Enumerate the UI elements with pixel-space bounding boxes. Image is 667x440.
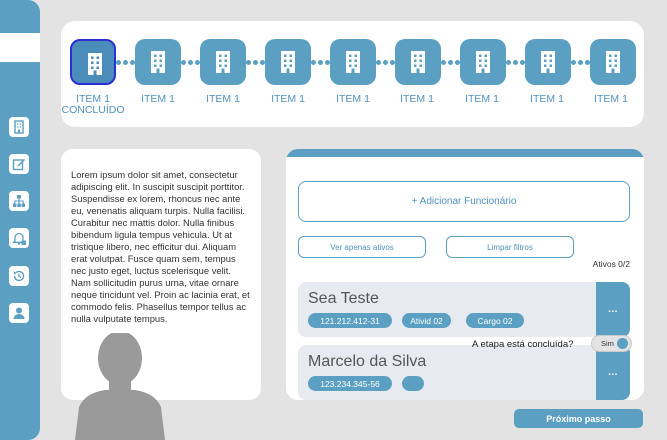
step-9-button[interactable] — [590, 39, 636, 85]
completion-toggle[interactable]: Sim — [591, 335, 632, 352]
building-icon — [606, 51, 620, 73]
employee-name: Sea Teste — [308, 290, 379, 307]
step-connector — [246, 60, 265, 65]
building-icon — [151, 51, 165, 73]
step-connector — [506, 60, 525, 65]
step-connector — [181, 60, 200, 65]
employee-cpf-tag: 123.234.345-56 — [308, 376, 392, 391]
building-icon — [476, 51, 490, 73]
employee-empty-tag — [402, 376, 424, 391]
step-3-button[interactable] — [200, 39, 246, 85]
step-2-button[interactable] — [135, 39, 181, 85]
step-connector — [571, 60, 590, 65]
show-active-only-button[interactable]: Ver apenas ativos — [298, 236, 426, 258]
employee-role-tag: Cargo 02 — [466, 313, 524, 328]
employee-cpf-tag: 121.212.412-31 — [308, 313, 392, 328]
toggle-knob — [617, 338, 628, 349]
info-text: Lorem ipsum dolor sit amet, consectetur … — [71, 169, 250, 324]
step-5-button[interactable] — [330, 39, 376, 85]
step-9-label: ITEM 1 — [594, 93, 628, 105]
stepper-card: ITEM 1 CONCLUÍDO ITEM 1 ITEM 1 ITEM 1 IT… — [61, 21, 644, 127]
edit-icon[interactable] — [9, 154, 29, 174]
completion-question: A etapa está concluída? — [472, 339, 574, 350]
step-8-button[interactable] — [525, 39, 571, 85]
org-chart-icon[interactable] — [9, 191, 29, 211]
next-step-button[interactable]: Próximo passo — [514, 409, 643, 428]
step-connector — [376, 60, 395, 65]
employees-card: + Adicionar Funcionário Ver apenas ativo… — [286, 149, 644, 400]
person-silhouette-icon — [75, 333, 165, 440]
employee-menu-button[interactable]: ... — [596, 282, 630, 337]
active-count: Ativos 0/2 — [592, 259, 630, 269]
history-icon[interactable] — [9, 266, 29, 286]
building-icon[interactable] — [9, 117, 29, 137]
employee-activity-tag: Ativid 02 — [402, 313, 451, 328]
building-icon — [346, 51, 360, 73]
toggle-label: Sim — [601, 339, 614, 348]
sidebar — [0, 0, 40, 440]
step-connector — [311, 60, 330, 65]
employee-row[interactable]: Marcelo da Silva 123.234.345-56 ... — [298, 345, 630, 400]
step-status-text: CONCLUÍDO — [61, 104, 125, 116]
clear-filters-button[interactable]: Limpar filtros — [446, 236, 574, 258]
bell-icon[interactable] — [9, 228, 29, 248]
building-icon — [281, 51, 295, 73]
user-icon[interactable] — [9, 303, 29, 323]
step-1-button[interactable] — [70, 39, 116, 85]
building-icon — [216, 51, 230, 73]
step-6-button[interactable] — [395, 39, 441, 85]
step-connector — [116, 60, 135, 65]
step-7-button[interactable] — [460, 39, 506, 85]
step-connector — [441, 60, 460, 65]
building-icon — [88, 53, 102, 75]
sidebar-selection-bar — [0, 33, 40, 62]
building-icon — [411, 51, 425, 73]
step-4-button[interactable] — [265, 39, 311, 85]
employee-name: Marcelo da Silva — [308, 353, 427, 370]
employees-card-header-bar — [286, 149, 644, 157]
employee-row[interactable]: Sea Teste 121.212.412-31 Ativid 02 Cargo… — [298, 282, 630, 337]
add-employee-button[interactable]: + Adicionar Funcionário — [298, 181, 630, 222]
building-icon — [541, 51, 555, 73]
employee-menu-button[interactable]: ... — [596, 345, 630, 400]
